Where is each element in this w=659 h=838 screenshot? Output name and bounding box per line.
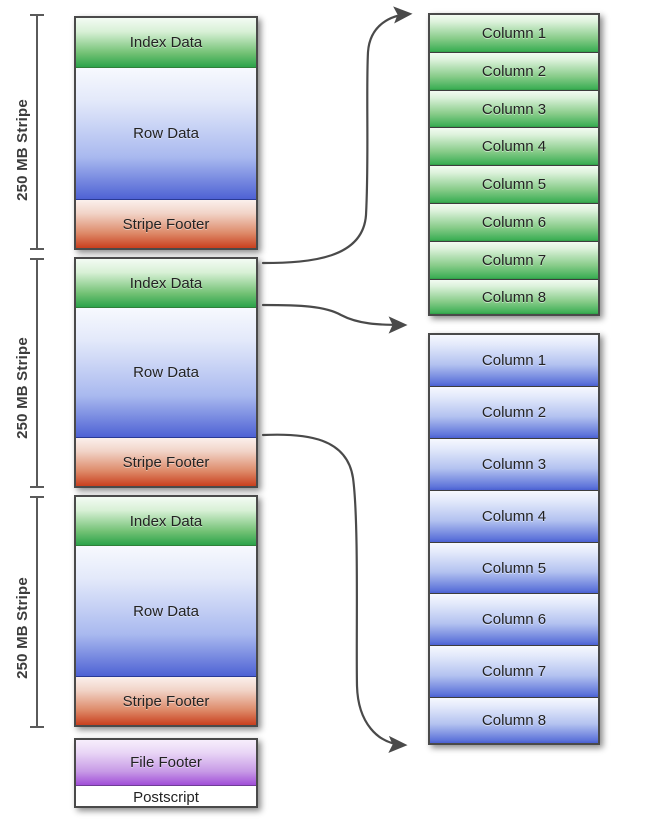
postscript[interactable]: Postscript [76,786,256,806]
stripe-bracket-1 [30,14,44,250]
bracket-tick-bottom [30,486,44,488]
orc-file-layout-diagram: 250 MB Stripe 250 MB Stripe 250 MB Strip… [0,0,659,838]
bracket-tick-bottom [30,726,44,728]
index-columns-block[interactable]: Column 1 Column 2 Column 3 Column 4 Colu… [428,13,600,316]
stripe-bracket-2 [30,258,44,488]
bracket-label-3: 250 MB Stripe [14,577,31,679]
stripe-1[interactable]: Index Data Row Data Stripe Footer [74,16,258,250]
index-column-7[interactable]: Column 7 [430,242,598,280]
stripe-2-row-data[interactable]: Row Data [76,308,256,438]
file-footer[interactable]: File Footer [76,740,256,786]
bracket-stem [36,496,38,728]
row-column-4[interactable]: Column 4 [430,491,598,543]
index-column-1[interactable]: Column 1 [430,15,598,53]
row-column-3[interactable]: Column 3 [430,439,598,491]
stripe-3-row-data[interactable]: Row Data [76,546,256,677]
index-column-3[interactable]: Column 3 [430,91,598,128]
index-column-5[interactable]: Column 5 [430,166,598,204]
bracket-stem [36,14,38,250]
stripe-2[interactable]: Index Data Row Data Stripe Footer [74,257,258,488]
index-column-8[interactable]: Column 8 [430,280,598,314]
stripe-1-stripe-footer[interactable]: Stripe Footer [76,200,256,248]
stripe-3-stripe-footer[interactable]: Stripe Footer [76,677,256,725]
index-column-2[interactable]: Column 2 [430,53,598,91]
row-columns-block[interactable]: Column 1 Column 2 Column 3 Column 4 Colu… [428,333,600,745]
stripe-3[interactable]: Index Data Row Data Stripe Footer [74,495,258,727]
stripe-1-index-data[interactable]: Index Data [76,18,256,68]
row-column-7[interactable]: Column 7 [430,646,598,698]
row-column-8[interactable]: Column 8 [430,698,598,743]
file-tail[interactable]: File Footer Postscript [74,738,258,808]
row-column-1[interactable]: Column 1 [430,335,598,387]
arrow-stripe2-footer-to-row-columns-bottom [261,433,408,753]
stripe-1-row-data[interactable]: Row Data [76,68,256,200]
index-column-4[interactable]: Column 4 [430,128,598,166]
bracket-label-1: 250 MB Stripe [14,99,31,201]
stripe-3-index-data[interactable]: Index Data [76,497,256,546]
arrow-stripe2-rowdata-to-row-columns [261,303,408,334]
stripe-2-stripe-footer[interactable]: Stripe Footer [76,438,256,486]
bracket-stem [36,258,38,488]
bracket-tick-bottom [30,248,44,250]
index-column-6[interactable]: Column 6 [430,204,598,242]
stripe-bracket-3 [30,496,44,728]
row-column-6[interactable]: Column 6 [430,594,598,646]
row-column-2[interactable]: Column 2 [430,387,598,439]
arrow-stripe2-index-to-index-columns [261,6,413,265]
row-column-5[interactable]: Column 5 [430,543,598,594]
stripe-2-index-data[interactable]: Index Data [76,259,256,308]
bracket-label-2: 250 MB Stripe [14,337,31,439]
